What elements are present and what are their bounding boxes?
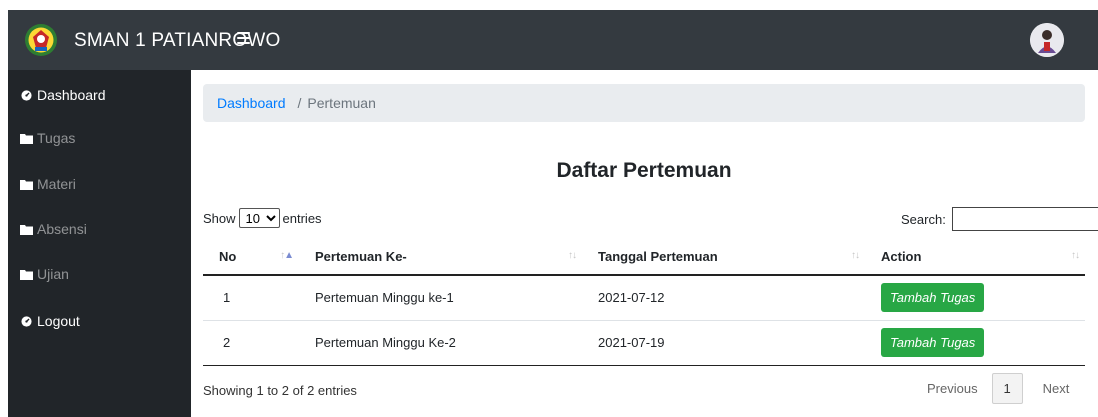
page-button-1[interactable]: 1 [991, 373, 1023, 404]
sidebar-item-label: Tugas [37, 130, 76, 146]
cell-tanggal: 2021-07-12 [582, 275, 865, 321]
sidebar-item-materi[interactable]: Materi [8, 164, 191, 204]
sidebar-item-tugas[interactable]: Tugas [8, 118, 191, 158]
breadcrumb-separator: / [297, 95, 302, 111]
column-header-pertemuan[interactable]: Pertemuan Ke- ↑↓ [299, 238, 582, 276]
sort-icon: ↑↓ [851, 250, 860, 261]
column-header-no[interactable]: No ↑▲ [203, 238, 299, 276]
school-emblem-icon[interactable] [24, 23, 58, 57]
folder-icon [20, 269, 33, 280]
table-header-row: No ↑▲ Pertemuan Ke- ↑↓ Tanggal Pertemuan… [203, 238, 1085, 276]
sidebar-item-label: Ujian [37, 266, 69, 282]
search-control: Search: [901, 207, 1098, 231]
tambah-tugas-button[interactable]: Tambah Tugas [881, 283, 985, 313]
search-input[interactable] [951, 207, 1098, 231]
cell-pertemuan: Pertemuan Minggu ke-1 [299, 275, 582, 321]
entries-length-control: Show 10 entries [203, 208, 322, 228]
search-label: Search: [901, 211, 946, 227]
sidebar: Dashboard Tugas Materi Absensi Ujian Log… [8, 70, 191, 417]
pagination: Previous 1 Next [927, 373, 1069, 404]
sidebar-item-ujian[interactable]: Ujian [8, 254, 191, 294]
breadcrumb: Dashboard / Pertemuan [203, 84, 1085, 122]
sidebar-item-logout[interactable]: Logout [8, 301, 191, 341]
breadcrumb-current: Pertemuan [307, 95, 376, 111]
column-header-label: Action [881, 248, 922, 264]
folder-icon [20, 179, 33, 190]
cell-tanggal: 2021-07-19 [582, 320, 865, 366]
cell-no: 2 [203, 320, 299, 366]
sort-ascending-icon: ↑▲ [280, 250, 294, 261]
sidebar-item-label: Absensi [37, 221, 87, 237]
show-label: Show [203, 210, 236, 226]
cell-pertemuan: Pertemuan Minggu Ke-2 [299, 320, 582, 366]
entries-label: entries [282, 210, 322, 226]
cell-action: Tambah Tugas [865, 275, 1085, 321]
table-info: Showing 1 to 2 of 2 entries [203, 383, 357, 398]
column-header-tanggal[interactable]: Tanggal Pertemuan ↑↓ [582, 238, 865, 276]
cell-no: 1 [203, 275, 299, 321]
sidebar-item-label: Logout [37, 313, 80, 329]
tachometer-icon [21, 89, 32, 101]
sidebar-item-dashboard[interactable]: Dashboard [8, 75, 191, 115]
folder-icon [20, 133, 33, 144]
sidebar-item-label: Materi [37, 176, 76, 192]
hamburger-menu-icon[interactable] [237, 32, 250, 44]
page-title: Daftar Pertemuan [556, 159, 732, 182]
column-header-label: No [219, 248, 237, 264]
tachometer-icon [21, 315, 32, 327]
table-row: 2 Pertemuan Minggu Ke-2 2021-07-19 Tamba… [203, 320, 1085, 366]
table-row: 1 Pertemuan Minggu ke-1 2021-07-12 Tamba… [203, 275, 1085, 321]
sidebar-item-absensi[interactable]: Absensi [8, 209, 191, 249]
entries-select[interactable]: 10 [238, 208, 280, 228]
previous-page-button[interactable]: Previous [927, 381, 978, 396]
column-header-label: Pertemuan Ke- [315, 248, 407, 264]
next-page-button[interactable]: Next [1043, 381, 1070, 396]
sidebar-item-label: Dashboard [37, 87, 106, 103]
user-avatar-icon[interactable] [1030, 23, 1064, 57]
breadcrumb-link-dashboard[interactable]: Dashboard [217, 95, 286, 111]
column-header-label: Tanggal Pertemuan [598, 248, 718, 264]
sort-icon: ↑↓ [568, 250, 577, 261]
sort-icon: ↑↓ [1071, 250, 1080, 261]
tambah-tugas-button[interactable]: Tambah Tugas [881, 328, 985, 357]
pertemuan-table: No ↑▲ Pertemuan Ke- ↑↓ Tanggal Pertemuan… [203, 238, 1085, 366]
folder-icon [20, 224, 33, 235]
cell-action: Tambah Tugas [865, 320, 1085, 366]
column-header-action[interactable]: Action ↑↓ [865, 238, 1085, 276]
top-navbar: SMAN 1 PATIANROWO [8, 10, 1098, 70]
